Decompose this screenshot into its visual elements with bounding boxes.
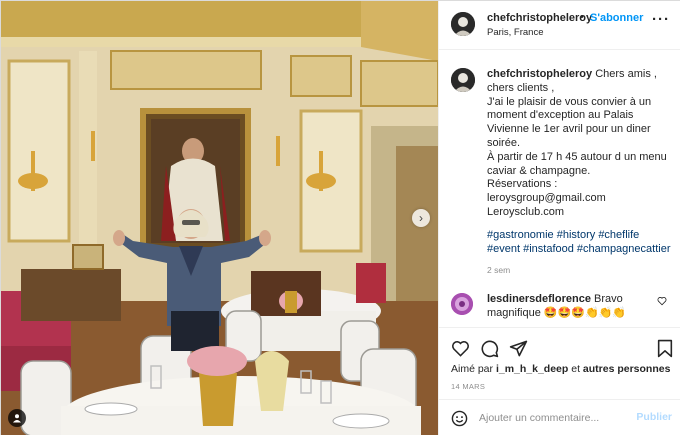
- caption-line: chers clients ,: [487, 81, 555, 94]
- more-horizontal-icon[interactable]: ···: [652, 11, 670, 28]
- caption-username[interactable]: chefchristopheleroy: [487, 68, 592, 80]
- caption-time-ago: 2 sem: [487, 265, 511, 275]
- paper-plane-icon[interactable]: [509, 339, 528, 358]
- post-date[interactable]: 14 MARS: [451, 382, 485, 391]
- likes-user[interactable]: i_m_h_k_deep: [496, 363, 568, 375]
- caption-line: caviar & champagne.: [487, 164, 591, 177]
- likes-prefix: Aimé par: [451, 363, 496, 375]
- caption-line: moment d'exception au Palais: [487, 109, 634, 122]
- follow-button[interactable]: S'abonner: [590, 12, 643, 24]
- likes-middle: et: [568, 363, 583, 375]
- hashtag-link[interactable]: #history: [557, 229, 596, 241]
- heart-icon[interactable]: [451, 339, 470, 358]
- user-icon: [13, 414, 21, 423]
- commenter-avatar[interactable]: [451, 293, 473, 315]
- comment-heart-icon[interactable]: [657, 296, 667, 306]
- likes-summary: Aimé par i_m_h_k_deep et autres personne…: [451, 363, 670, 375]
- post-location[interactable]: Paris, France: [487, 27, 544, 38]
- post-side-panel: chefchristopheleroy • S'abonner Paris, F…: [438, 1, 680, 435]
- caption-line: Chers amis ,: [592, 68, 657, 80]
- comment-item: lesdinersdeflorence Bravo magnifique 🤩🤩🤩…: [487, 293, 657, 320]
- author-avatar[interactable]: [451, 12, 475, 36]
- caption-line: Réservations :: [487, 178, 558, 191]
- hashtag-link[interactable]: #champagnecattier: [577, 243, 671, 255]
- hashtag-link[interactable]: #cheflife: [598, 229, 639, 241]
- caption-line: soirée.: [487, 136, 521, 149]
- caption-line: J'ai le plaisir de vous convier à un: [487, 95, 652, 108]
- hashtag-link[interactable]: #instafood: [523, 243, 574, 255]
- post-header: chefchristopheleroy • S'abonner Paris, F…: [439, 1, 680, 50]
- commenter-username[interactable]: lesdinersdeflorence: [487, 293, 591, 305]
- post-photo[interactable]: ›: [1, 1, 438, 435]
- add-comment-bar: Publier: [439, 399, 680, 435]
- smiley-icon[interactable]: [451, 410, 468, 427]
- chevron-right-icon: ›: [419, 211, 423, 225]
- likes-others-link[interactable]: autres personnes: [583, 363, 671, 375]
- author-username[interactable]: chefchristopheleroy: [487, 12, 592, 24]
- caption-line: leroysgroup@gmail.com: [487, 192, 606, 205]
- photo-illustration: [1, 1, 438, 435]
- comment-input[interactable]: [479, 410, 629, 426]
- caption-author-avatar[interactable]: [451, 68, 475, 92]
- post-caption: chefchristopheleroy Chers amis , chers c…: [487, 68, 677, 220]
- post-actions-bar: [439, 327, 680, 367]
- hashtag-link[interactable]: #event: [487, 243, 520, 255]
- instagram-post-frame: › chefchristopheleroy • S'abonner Paris,…: [0, 0, 680, 435]
- hashtag-link[interactable]: #gastronomie: [487, 229, 554, 241]
- caption-line: Vivienne le 1er avril pour un diner: [487, 123, 651, 136]
- next-photo-button[interactable]: ›: [412, 209, 430, 227]
- caption-line: Leroysclub.com: [487, 205, 565, 218]
- separator-dot: •: [580, 11, 584, 23]
- comment-icon[interactable]: [480, 339, 499, 358]
- tagged-users-button[interactable]: [8, 409, 26, 427]
- caption-hashtags: #gastronomie #history #cheflife #event #…: [487, 228, 677, 256]
- bookmark-icon[interactable]: [657, 339, 673, 358]
- publish-comment-button[interactable]: Publier: [636, 411, 672, 423]
- caption-line: À partir de 17 h 45 autour d un menu: [487, 150, 667, 163]
